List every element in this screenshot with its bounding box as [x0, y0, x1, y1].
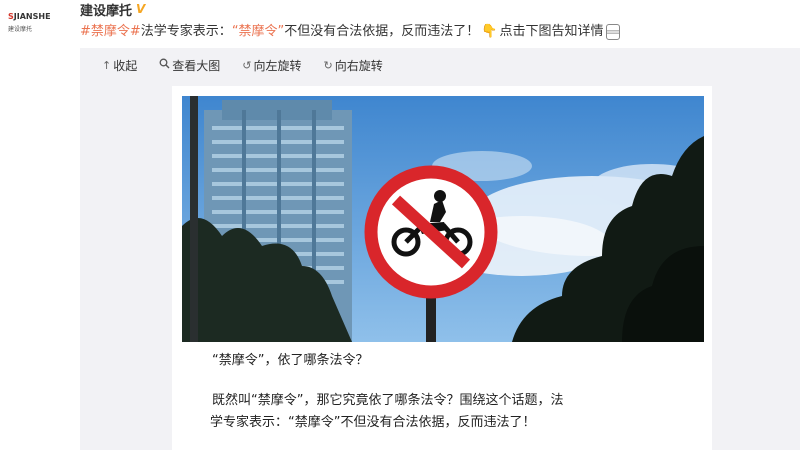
- article-image[interactable]: “禁摩令”，依了哪条法令？ 既然叫“禁摩令”，那它究竟依了哪条法令？围绕这个话题…: [172, 86, 712, 450]
- brand-logo-sub: 建设摩托: [8, 26, 33, 33]
- view-large-button[interactable]: 查看大图: [159, 57, 220, 74]
- brand-logo: SJIANSHE: [8, 12, 51, 21]
- post-text-a: 法学专家表示：: [140, 24, 232, 39]
- rotate-right-icon: ↻: [323, 58, 333, 72]
- article-heading: “禁摩令”，依了哪条法令？: [212, 353, 369, 368]
- rotate-right-button[interactable]: ↻ 向右旋转: [323, 57, 382, 74]
- article-paragraph: 既然叫“禁摩令”，那它究竟依了哪条法令？围绕这个话题，法 学专家表示：“禁摩令”…: [210, 393, 564, 430]
- hand-pointing-down-icon: 👇: [481, 24, 498, 39]
- no-motorcycle-photo: [182, 96, 704, 342]
- magnifier-icon: [159, 58, 170, 72]
- teeth-icon: [605, 23, 620, 40]
- media-card: ↑ 收起 查看大图 ↺ 向左旋转 ↻ 向右旋转 “禁摩令”，依了哪条法令？ 既然…: [80, 48, 800, 450]
- arrow-up-icon: ↑: [102, 58, 112, 72]
- post-text-c: 点击下图告知详情: [499, 24, 604, 39]
- post-text: #禁摩令#法学专家表示：“禁摩令”不但没有合法依据，反而违法了！ 👇 点击下图告知详…: [80, 20, 620, 40]
- verified-icon: V: [136, 2, 146, 16]
- hashtag-link[interactable]: #禁摩令#: [80, 24, 141, 39]
- post-quoted: “禁摩令”: [231, 24, 285, 39]
- rotate-left-button[interactable]: ↺ 向左旋转: [242, 57, 301, 74]
- collapse-button[interactable]: ↑ 收起: [102, 57, 137, 74]
- rotate-left-icon: ↺: [242, 58, 252, 72]
- post-text-b: 不但没有合法依据，反而违法了！: [284, 24, 480, 39]
- post-header: 建设摩托 V: [80, 0, 146, 19]
- avatar[interactable]: SJIANSHE 建设摩托: [6, 4, 72, 38]
- media-toolbar: ↑ 收起 查看大图 ↺ 向左旋转 ↻ 向右旋转: [80, 56, 383, 74]
- username-link[interactable]: 建设摩托: [80, 0, 132, 19]
